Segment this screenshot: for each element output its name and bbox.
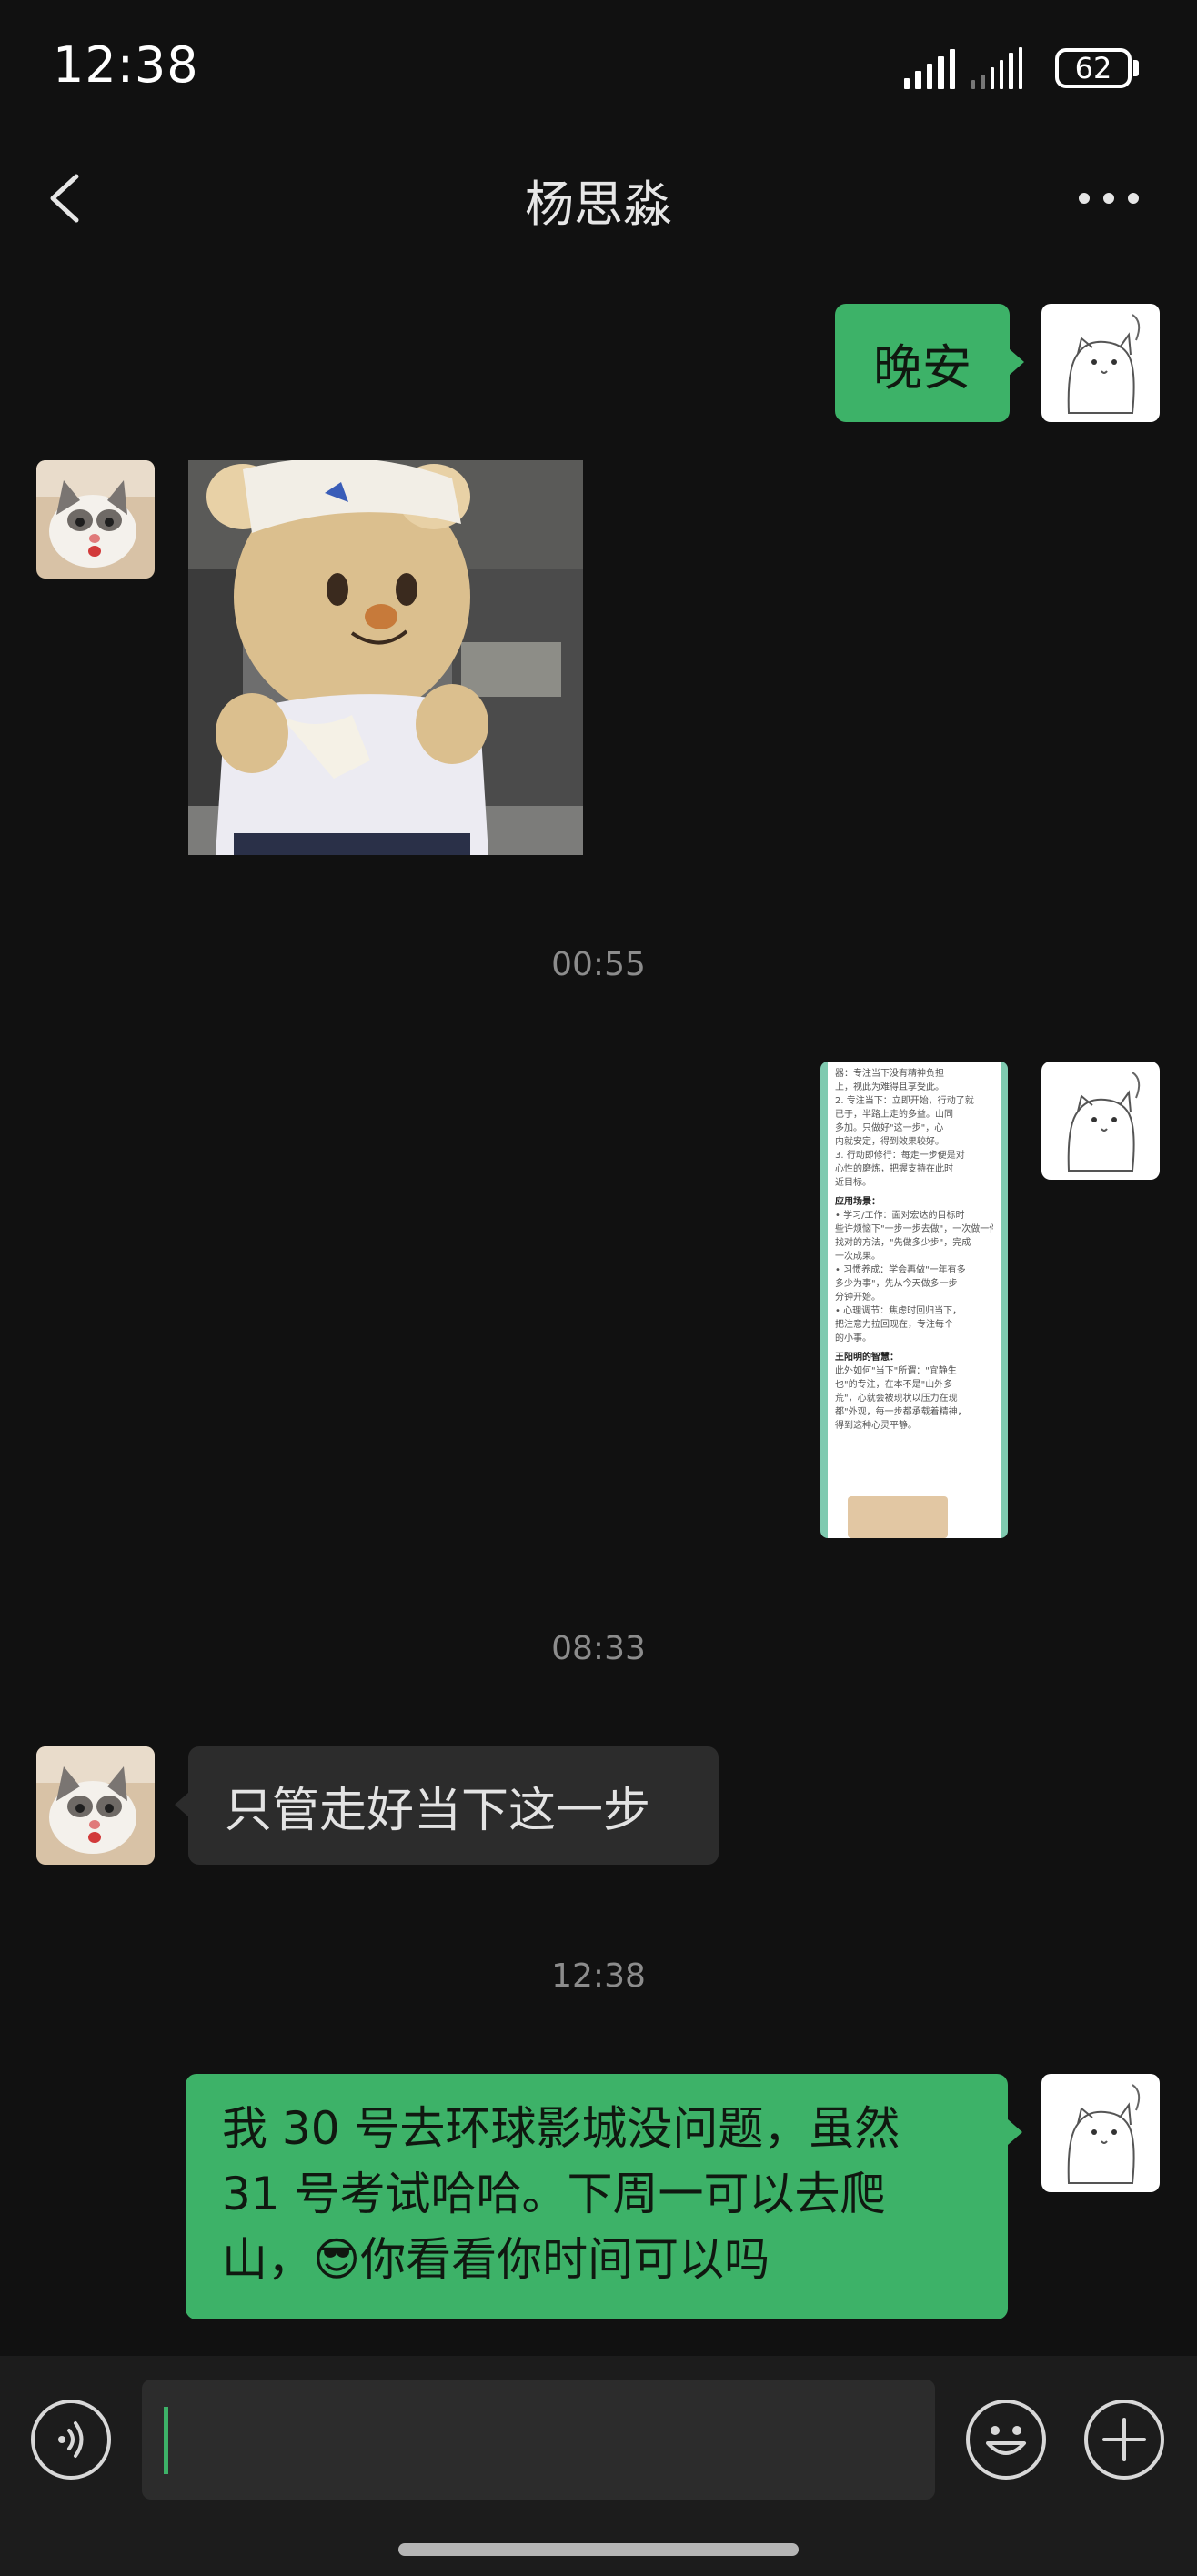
article-line: 2. 专注当下：立即开始，行动了就 (835, 1096, 974, 1106)
chat-title: 杨思淼 (525, 176, 672, 233)
image-message[interactable] (188, 460, 583, 855)
message-text: 只管走好当下这一步 (225, 1783, 651, 1838)
article-line: 应用场景： (835, 1197, 880, 1207)
article-line: 些许烦恼下"一步一步去做"，一次做一件 (835, 1224, 993, 1234)
article-line: 近目标。 (835, 1178, 871, 1188)
article-line: 把注意力拉回现在，专注每个 (835, 1320, 953, 1330)
article-line: 内就安定，得到效果较好。 (835, 1137, 944, 1147)
article-line: 上，视此为难得且享受此。 (835, 1082, 944, 1092)
article-page: 器：专注当下没有精神负担 上，视此为难得且享受此。 2. 专注当下：立即开始，行动了… (828, 1062, 1001, 1538)
voice-icon[interactable] (31, 2400, 111, 2480)
article-line: 荒"，心就会被现状以压力在现 (835, 1394, 958, 1404)
article-image (848, 1496, 948, 1538)
article-line: 都"外观，每一步都承载着精神， (835, 1407, 967, 1417)
timestamp: 08:33 (551, 1630, 646, 1667)
message-text-line: 山，😎你看看你时间可以吗 (222, 2233, 770, 2286)
contact-avatar[interactable] (36, 460, 155, 579)
article-line: 分钟开始。 (835, 1293, 880, 1303)
status-time: 12:38 (53, 36, 199, 94)
my-avatar[interactable] (1041, 1062, 1160, 1180)
article-line: 王阳明的智慧： (835, 1353, 899, 1363)
article-line: 多加。只做好"这一步"，心 (835, 1123, 944, 1133)
message-input[interactable] (142, 2380, 935, 2500)
article-text: 器：专注当下没有精神负担 上，视此为难得且享受此。 2. 专注当下：立即开始，行动了… (828, 1062, 1001, 1438)
battery-cap (1133, 60, 1139, 76)
article-line: 也"的专注，在本不是"山外多 (835, 1380, 953, 1390)
plus-icon[interactable] (1084, 2400, 1164, 2480)
article-line: 已于，半路上走的多益。山同 (835, 1110, 953, 1120)
article-line: 心性的磨炼，把握支持在此时 (835, 1164, 953, 1174)
article-line: 一次成果。 (835, 1252, 880, 1262)
my-avatar[interactable] (1041, 304, 1160, 422)
message-bubble-outgoing[interactable]: 我 30 号去环球影城没问题，虽然 31 号考试哈哈。下周一可以去爬 山，😎你看… (186, 2074, 1008, 2319)
message-bubble-incoming[interactable]: 只管走好当下这一步 (188, 1746, 719, 1865)
battery-icon: 62 (1055, 48, 1132, 88)
my-avatar[interactable] (1041, 2074, 1160, 2192)
contact-avatar[interactable] (36, 1746, 155, 1865)
cell-signal-icon (904, 47, 956, 89)
more-icon[interactable] (1079, 193, 1139, 206)
message-bubble-outgoing[interactable]: 晚安 (835, 304, 1010, 422)
message-text-line: 我 30 号去环球影城没问题，虽然 (222, 2102, 900, 2155)
timestamp: 12:38 (551, 1957, 646, 1995)
article-thumbnail-message[interactable]: 器：专注当下没有精神负担 上，视此为难得且享受此。 2. 专注当下：立即开始，行动了… (820, 1062, 1008, 1538)
article-line: 找对的方法，"先做多少步"，完成 (835, 1238, 971, 1248)
message-text-line: 31 号考试哈哈。下周一可以去爬 (222, 2168, 886, 2220)
article-line: • 心理调节：焦虑时回归当下， (835, 1306, 962, 1316)
article-line: 此外如何"当下"所谓："宜静生 (835, 1366, 957, 1376)
article-line: • 学习/工作：面对宏达的目标时 (835, 1211, 965, 1221)
text-cursor (164, 2407, 168, 2474)
message-text: 晚安 (873, 338, 971, 397)
cell-signal-2-icon (971, 47, 1022, 89)
article-line: 多少为事"，先从今天做多一步 (835, 1279, 958, 1289)
bubble-tail (1010, 349, 1024, 375)
emoji-icon[interactable] (966, 2400, 1046, 2480)
bubble-tail (175, 1792, 189, 1817)
bubble-tail (1008, 2119, 1022, 2145)
article-line: 得到这种心灵平静。 (835, 1421, 917, 1431)
article-line: • 习惯养成：学会再做"一年有多 (835, 1265, 966, 1275)
timestamp: 00:55 (551, 946, 646, 983)
article-line: 的小事。 (835, 1333, 871, 1343)
article-line: 器：专注当下没有精神负担 (835, 1069, 944, 1079)
article-line: 3. 行动即修行：每走一步便是对 (835, 1151, 965, 1161)
sunglasses-emoji-icon: 😎 (313, 2233, 361, 2286)
home-indicator[interactable] (398, 2543, 799, 2556)
battery-level: 62 (1074, 51, 1112, 86)
